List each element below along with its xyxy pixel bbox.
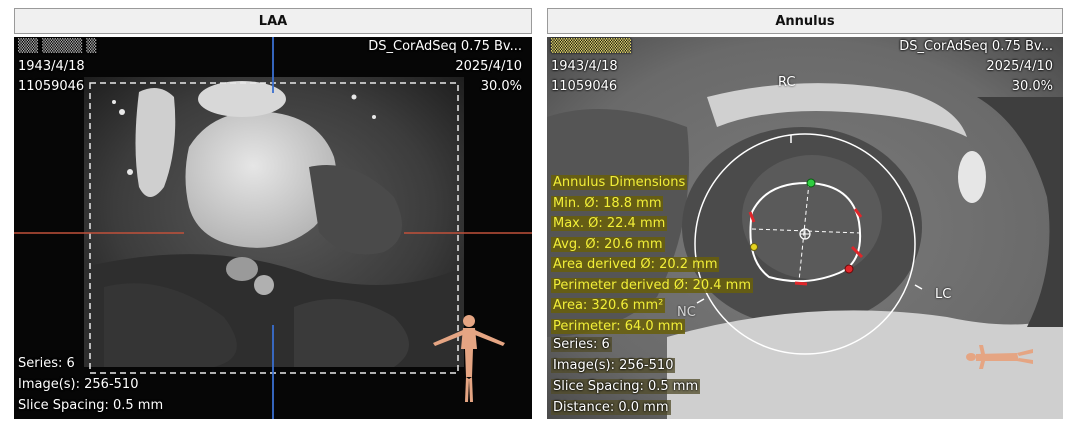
laa-overlay-top-right: DS_CorAdSeq 0.75 Bv... 2025/4/10 30.0% [368,37,522,97]
annulus-patient-id: 11059046 [551,79,618,94]
laa-study-date: 2025/4/10 [455,59,522,74]
laa-panel: LAA [14,8,532,34]
app-root: LAA ▒▒ ▒▒▒▒ ▒ 1943/4/18 11059046 DS_CorA… [0,0,1080,444]
laa-panel-header[interactable]: LAA [14,8,532,34]
laa-overlay-top-left: ▒▒ ▒▒▒▒ ▒ 1943/4/18 11059046 [18,37,96,97]
laa-viewport[interactable]: ▒▒ ▒▒▒▒ ▒ 1943/4/18 11059046 DS_CorAdSeq… [14,37,532,419]
laa-series: Series: 6 [18,356,75,371]
laa-images: Image(s): 256-510 [18,377,139,392]
annulus-panel-header[interactable]: Annulus [547,8,1063,34]
annulus-overlay-top-left: ▒▒▒▒▒▒▒▒ 1943/4/18 11059046 [551,37,631,97]
annulus-panel-title: Annulus [775,13,835,29]
laa-patient-id: 11059046 [18,79,85,94]
laa-patient-name: ▒▒ ▒▒▒▒ ▒ [18,39,97,54]
annulus-distance: Distance: 0.0 mm [551,400,671,415]
annulus-min-diameter: Min. Ø: 18.8 mm [551,195,664,211]
laa-slice-spacing: Slice Spacing: 0.5 mm [18,398,164,413]
laa-panel-title: LAA [258,13,288,29]
annulus-area: Area: 320.6 mm² [551,298,666,313]
annulus-dimensions-panel[interactable]: Annulus Dimensions Min. Ø: 18.8 mm Max. … [551,173,753,337]
annulus-slice-spacing: Slice Spacing: 0.5 mm [551,379,701,394]
laa-overlay-bottom-left: Series: 6 Image(s): 256-510 Slice Spacin… [18,353,163,416]
laa-series-description: DS_CorAdSeq 0.75 Bv... [368,39,522,54]
annulus-viewport[interactable]: RC LC NC ▒▒▒▒▒▒▒▒ 1943/4/18 11059046 DS_… [547,37,1063,419]
annulus-handle-green [806,178,816,188]
annulus-max-diameter: Max. Ø: 22.4 mm [551,216,668,231]
annulus-images: Image(s): 256-510 [551,358,676,373]
annulus-study-date: 2025/4/10 [986,59,1053,74]
cusp-label-lc: LC [935,287,952,302]
laa-zoom: 30.0% [480,79,522,94]
annulus-overlay-bottom-left: Series: 6 Image(s): 256-510 Slice Spacin… [551,334,701,418]
laa-birth-date: 1943/4/18 [18,59,85,74]
annulus-handle-red [844,264,854,274]
annulus-zoom: 30.0% [1011,79,1053,94]
cusp-label-rc: RC [778,75,796,90]
annulus-avg-diameter: Avg. Ø: 20.6 mm [551,236,665,252]
annulus-dimensions-title: Annulus Dimensions [551,175,688,190]
annulus-area-derived-diameter: Area derived Ø: 20.2 mm [551,257,720,272]
annulus-panel: Annulus [547,8,1063,34]
annulus-perimeter-derived-diameter: Perimeter derived Ø: 20.4 mm [551,277,753,293]
annulus-series-description: DS_CorAdSeq 0.75 Bv... [899,39,1053,54]
annulus-patient-name: ▒▒▒▒▒▒▒▒ [551,39,631,54]
annulus-perimeter: Perimeter: 64.0 mm [551,318,686,334]
annulus-birth-date: 1943/4/18 [551,59,618,74]
annulus-series: Series: 6 [551,337,612,352]
annulus-overlay-top-right: DS_CorAdSeq 0.75 Bv... 2025/4/10 30.0% [899,37,1053,97]
